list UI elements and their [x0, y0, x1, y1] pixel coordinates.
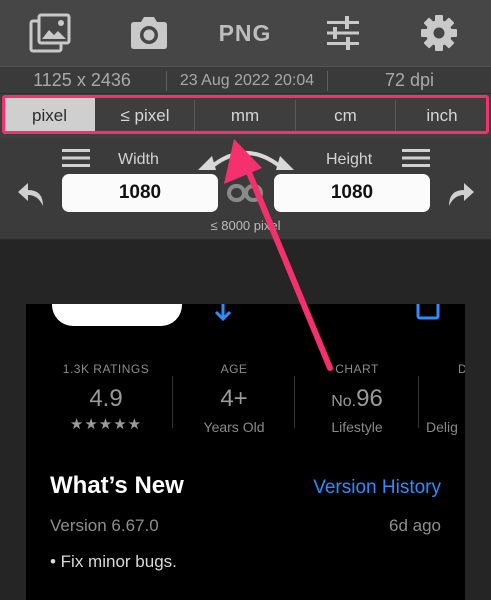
- download-cloud-icon: [206, 304, 240, 327]
- unit-selector: pixel ≤ pixel mm cm inch: [0, 94, 491, 138]
- stat-value: 4.9: [89, 385, 123, 412]
- stat-sub: Lifestyle: [331, 419, 383, 435]
- stat-age: AGE 4+ Years Old: [188, 362, 280, 435]
- stat-chart: CHART No.96 Lifestyle: [311, 362, 403, 435]
- release-note: • Fix minor bugs.: [50, 552, 177, 571]
- version-history-link: Version History: [313, 477, 441, 498]
- release-age: 6d ago: [389, 516, 441, 535]
- app-store-screenshot: 1.3K RATINGS 4.9 ★★★★★ AGE 4+ Years Old …: [26, 304, 465, 600]
- image-info-bar: 1125 x 2436 23 Aug 2022 20:04 72 dpi: [0, 66, 491, 94]
- gear-icon[interactable]: [416, 10, 462, 56]
- format-label: PNG: [218, 19, 272, 46]
- height-input[interactable]: 1080: [274, 174, 430, 212]
- stat-developer: D Delig: [426, 362, 465, 435]
- stat-value: [426, 385, 465, 413]
- png-format-button[interactable]: PNG: [212, 10, 278, 56]
- height-label: Height: [326, 151, 373, 168]
- sliders-icon[interactable]: [320, 10, 366, 56]
- divider: [294, 376, 295, 428]
- redo-icon[interactable]: [444, 178, 476, 213]
- unit-mm[interactable]: mm: [195, 98, 295, 134]
- image-dimensions: 1125 x 2436: [33, 70, 131, 90]
- unit-inch[interactable]: inch: [396, 98, 488, 134]
- image-preview: 1.3K RATINGS 4.9 ★★★★★ AGE 4+ Years Old …: [0, 240, 491, 600]
- width-menu-icon[interactable]: [62, 148, 90, 173]
- image-dpi: 72 dpi: [384, 70, 435, 90]
- stat-value: 4+: [220, 385, 248, 412]
- stat-head: AGE: [220, 362, 248, 376]
- unit-max-pixel[interactable]: ≤ pixel: [96, 98, 194, 134]
- stat-value: No.96: [311, 385, 403, 413]
- image-date: 23 Aug 2022 20:04: [179, 72, 315, 89]
- size-limit-note: ≤ 8000 pixel: [210, 218, 281, 233]
- width-input[interactable]: 1080: [62, 174, 218, 212]
- stat-head: CHART: [335, 362, 379, 376]
- stat-head: D: [458, 362, 465, 376]
- screen: { "toolbar": { "items": ["gallery-icon",…: [0, 0, 491, 600]
- height-menu-icon[interactable]: [402, 148, 430, 173]
- swap-icon[interactable]: [196, 142, 296, 177]
- get-button: [52, 304, 182, 326]
- stat-prefix: No.: [331, 393, 357, 410]
- stat-number: 96: [356, 385, 383, 412]
- width-label: Width: [118, 151, 159, 168]
- stat-head: 1.3K RATINGS: [62, 362, 150, 376]
- unit-pixel[interactable]: pixel: [4, 98, 95, 134]
- share-icon: [416, 304, 440, 325]
- link-icon[interactable]: [226, 182, 264, 209]
- star-rating: ★★★★★: [69, 416, 143, 433]
- unit-cm[interactable]: cm: [296, 98, 395, 134]
- undo-icon[interactable]: [16, 178, 48, 213]
- whats-new-title: What’s New: [50, 472, 184, 499]
- top-toolbar: PNG: [0, 0, 491, 66]
- stat-sub: Delig: [426, 419, 458, 435]
- size-panel: Width Height 1080 1080 ≤ 8000 pixel: [0, 138, 491, 240]
- stat-sub: Years Old: [203, 419, 265, 435]
- camera-icon[interactable]: [126, 10, 172, 56]
- gallery-icon[interactable]: [28, 10, 74, 56]
- divider: [172, 376, 173, 428]
- stat-ratings: 1.3K RATINGS 4.9 ★★★★★: [54, 362, 158, 433]
- divider: [418, 376, 419, 428]
- version-label: Version 6.67.0: [50, 516, 159, 535]
